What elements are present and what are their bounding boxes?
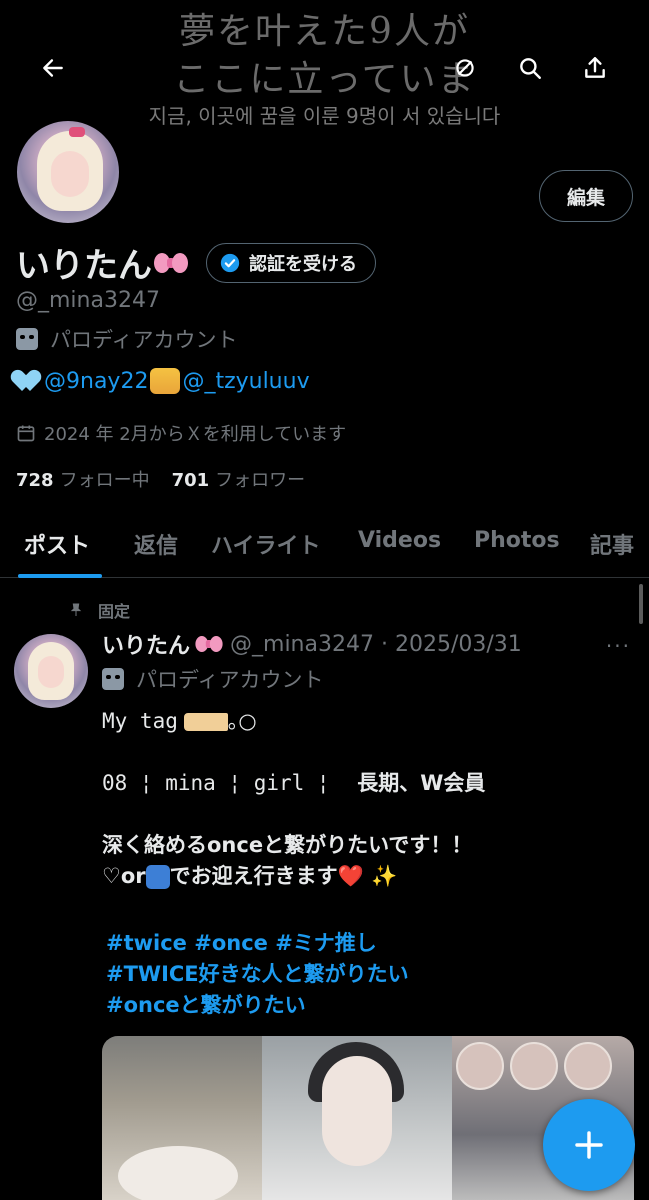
ribbon-emoji-icon [154, 249, 188, 277]
profile-name: いりたん [16, 246, 152, 286]
profile-banner: 夢を叶えた9人が ここに立っていま 지금, 이곳에 꿈을 이룬 9명이 서 있습… [0, 0, 649, 130]
post-line-mytag: My tag ｡○ [102, 709, 257, 733]
calendar-icon [17, 425, 35, 442]
profile-avatar[interactable] [14, 118, 122, 226]
mask-icon [16, 328, 38, 350]
parody-label: パロディアカウント [50, 328, 238, 352]
sparkles-emoji-icon: ✨ [371, 864, 398, 888]
following-label: フォロー中 [59, 470, 150, 491]
post-parody-row: パロディアカウント [102, 664, 324, 694]
joined-date-text: 2024 年 2月からＸを利用しています [44, 424, 347, 445]
tab-videos[interactable]: Videos [358, 528, 441, 553]
tab-highlights[interactable]: ハイライト [211, 528, 321, 560]
post-more-button[interactable]: ··· [606, 634, 631, 658]
tab-photos[interactable]: Photos [474, 528, 560, 553]
back-button[interactable] [33, 48, 73, 88]
repeat-emoji-icon [145, 865, 170, 889]
profile-tabs: ポスト 返信 ハイライト Videos Photos 記事 [0, 518, 649, 578]
bio-mention-link-1[interactable]: @9nay22 [44, 369, 148, 394]
couple-kiss-emoji-icon [150, 368, 181, 394]
hashtag-line-1[interactable]: #twice #once #ミナ推し [106, 928, 409, 959]
plus-icon [575, 1131, 603, 1159]
banner-text-line2: ここに立っていま [173, 59, 476, 100]
hashtag-line-3[interactable]: #onceと繋がりたい [106, 990, 409, 1021]
pinned-label: 固定 [98, 602, 131, 621]
search-button[interactable] [510, 48, 550, 88]
followers-stat[interactable]: 701 フォロワー [172, 466, 306, 492]
share-button[interactable] [575, 48, 615, 88]
scrollbar[interactable] [639, 584, 643, 624]
active-tab-indicator [18, 574, 102, 578]
hashtag-line-2[interactable]: #TWICE好きな人と繋がりたい [106, 959, 409, 990]
profile-bio: @9nay22 @_tzyuluuv [16, 368, 310, 394]
following-count: 728 [16, 470, 54, 491]
edit-profile-button[interactable]: 編集 [539, 170, 633, 222]
tab-replies[interactable]: 返信 [134, 528, 178, 560]
pin-icon [70, 603, 82, 616]
banner-text-line3: 지금, 이곳에 꿈을 이룬 9명이 서 있습니다 [148, 104, 501, 128]
tab-articles[interactable]: 記事 [590, 528, 634, 560]
post-line-welcome: ♡or でお迎え行きます❤️ ✨ [102, 864, 398, 889]
post-hashtags: #twice #once #ミナ推し #TWICE好きな人と繋がりたい #onc… [106, 928, 409, 1021]
mask-icon [102, 668, 124, 690]
follow-stats: 728 フォロー中 701 フォロワー [16, 466, 305, 492]
profile-handle: @_mina3247 [16, 288, 160, 313]
post-author-avatar[interactable] [14, 634, 88, 708]
label-tag-emoji-icon [183, 713, 228, 731]
verified-badge-icon [220, 253, 240, 272]
bio-mention-link-2[interactable]: @_tzyuluuv [182, 369, 309, 394]
post-line-profile: 08 ¦ mina ¦ girl ¦ 長期、W会員 [102, 771, 486, 795]
joined-date-row: 2024 年 2月からＸを利用しています [16, 420, 346, 446]
red-heart-emoji-icon: ❤️ [337, 864, 364, 888]
tab-posts[interactable]: ポスト [24, 528, 90, 560]
slash-circle-icon [456, 59, 474, 77]
ribbon-emoji-icon [195, 633, 223, 655]
post-text: My tag ｡○ 08 ¦ mina ¦ girl ¦ 長期、W会員 深く絡める… [102, 706, 622, 892]
search-icon [520, 58, 541, 79]
arrow-left-icon [43, 59, 63, 77]
pinned-indicator: 固定 [68, 598, 130, 622]
compose-post-button[interactable] [543, 1099, 635, 1191]
followers-label: フォロワー [215, 470, 306, 491]
media-panel-left [102, 1036, 262, 1200]
following-stat[interactable]: 728 フォロー中 [16, 466, 150, 492]
profile-name-row: いりたん 認証を受ける [16, 238, 376, 287]
post-author-name[interactable]: いりたん [102, 628, 190, 660]
post-parody-label: パロディアカウント [136, 668, 324, 692]
parody-label-row: パロディアカウント [16, 324, 238, 354]
media-panel-center [262, 1036, 452, 1200]
get-verified-button[interactable]: 認証を受ける [206, 242, 376, 283]
block-button[interactable] [445, 48, 485, 88]
share-icon [585, 57, 605, 78]
blue-heart-emoji-icon [16, 369, 42, 393]
banner-text-line1: 夢を叶えた9人が [179, 11, 470, 52]
get-verified-label: 認証を受ける [249, 253, 357, 275]
post-header: いりたん @_mina3247 · 2025/03/31 [102, 628, 522, 660]
post-handle-date: @_mina3247 · 2025/03/31 [230, 631, 522, 657]
post-line-message: 深く絡めるonceと繋がりたいです！！ [102, 833, 473, 857]
followers-count: 701 [171, 470, 210, 491]
